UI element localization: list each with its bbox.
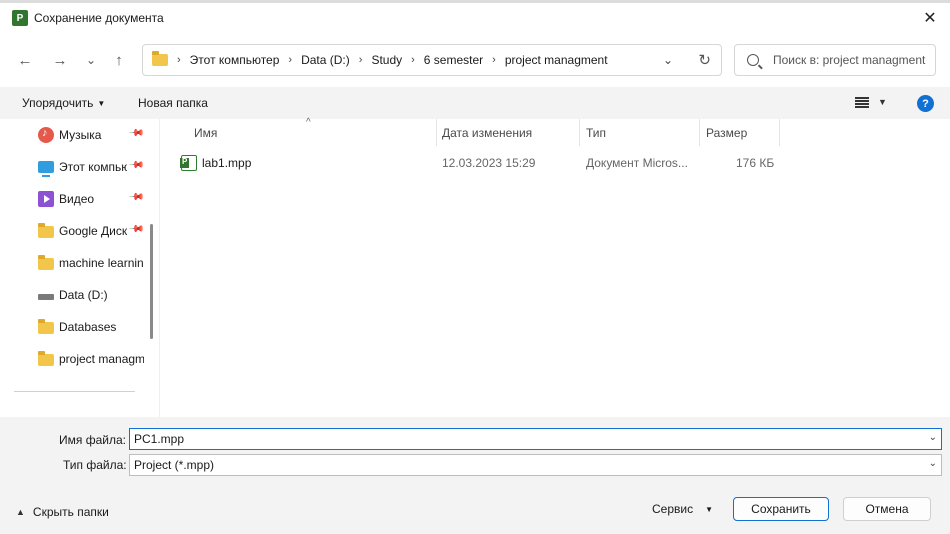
address-bar[interactable]: › Этот компьютер › Data (D:) › Study › 6… [142,44,722,76]
column-divider[interactable] [436,119,437,146]
caret-down-icon: ▼ [97,99,106,108]
sidebar-item-databases[interactable]: Databases [0,314,145,340]
close-button[interactable]: ✕ [920,9,940,27]
window-title: Сохранение документа [34,11,164,25]
search-box[interactable] [734,44,936,76]
sidebar-item-this-pc[interactable]: Этот компьютер 📌 [0,154,145,180]
music-icon [38,127,54,143]
sidebar-item-data-drive[interactable]: Data (D:) [0,282,145,308]
pin-icon[interactable]: 📌 [128,157,145,174]
breadcrumb-study[interactable]: Study [371,53,402,67]
breadcrumb-data-drive[interactable]: Data (D:) [301,53,350,67]
breadcrumb-6-semester[interactable]: 6 semester [424,53,483,67]
file-type: Документ Micros... [586,156,688,170]
file-modified: 12.03.2023 15:29 [442,156,536,170]
sidebar-item-music[interactable]: Музыка 📌 [0,122,145,148]
column-header-modified[interactable]: Дата изменения [442,119,532,146]
column-divider[interactable] [579,119,580,146]
folder-icon [38,223,54,238]
chevron-right-icon: › [411,54,415,66]
address-dropdown-icon[interactable]: ⌄ [663,53,673,67]
sidebar-item-label: Google Диск [59,224,128,238]
search-icon [747,54,759,66]
sidebar-item-google-drive[interactable]: Google Диск 📌 [0,218,145,244]
view-options-icon[interactable] [855,97,869,108]
column-divider[interactable] [699,119,700,146]
file-size: 176 КБ [736,156,775,170]
column-header-name[interactable]: Имя [194,119,217,146]
back-arrow-icon[interactable]: ← [14,49,36,71]
file-name: lab1.mpp [202,156,252,170]
chevron-down-icon[interactable]: ⌄ [929,458,937,469]
chevron-right-icon: › [288,54,293,66]
computer-icon [38,161,54,177]
folder-icon [38,351,54,366]
filename-field[interactable]: ⌄ [129,428,942,450]
drive-icon [38,294,54,300]
caret-down-icon: ▼ [705,505,714,514]
navigation-bar: ← → ⌄ ↑ › Этот компьютер › Data (D:) › S… [0,33,950,87]
table-row[interactable]: lab1.mpp 12.03.2023 15:29 Документ Micro… [160,150,950,176]
help-icon[interactable]: ? [917,95,934,112]
file-list: Имя ^ Дата изменения Тип Размер lab1.mpp… [160,117,950,417]
tools-menu-button[interactable]: Сервис ▼ [652,502,713,516]
save-button[interactable]: Сохранить [733,497,829,521]
folder-icon [152,51,168,66]
navigation-pane: Музыка 📌 Этот компьютер 📌 Видео 📌 Google… [0,119,160,417]
up-arrow-icon[interactable]: ↑ [108,49,130,71]
sidebar-item-video[interactable]: Видео 📌 [0,186,145,212]
mpp-file-icon [180,155,197,171]
sidebar-item-project-managment[interactable]: project managment [0,346,145,372]
title-bar: P Сохранение документа ✕ [0,3,950,33]
organize-button[interactable]: Упорядочить ▼ [22,96,105,110]
caret-up-icon: ▲ [16,507,25,517]
folder-icon [38,319,54,334]
sidebar-item-machine-learning[interactable]: machine learning [0,250,145,276]
breadcrumb-this-pc[interactable]: Этот компьютер [190,53,280,67]
column-header-type[interactable]: Тип [586,119,606,146]
new-folder-button[interactable]: Новая папка [138,96,208,110]
save-options-panel: Имя файла: ⌄ Тип файла: Project (*.mpp) … [0,417,950,534]
tools-label: Сервис [652,502,694,516]
sidebar-item-label: Data (D:) [59,288,108,302]
sidebar-scrollbar[interactable] [150,224,153,339]
chevron-right-icon: › [358,54,363,66]
cancel-button[interactable]: Отмена [843,497,931,521]
sidebar-item-label: Этот компьютер [59,160,127,174]
chevron-down-icon[interactable]: ⌄ [929,432,937,443]
sidebar-item-label: project managment [59,352,144,366]
column-header-size[interactable]: Размер [706,119,747,146]
filename-input[interactable] [130,432,910,446]
organize-label: Упорядочить [22,96,94,110]
refresh-icon[interactable]: ↻ [698,51,711,69]
forward-arrow-icon[interactable]: → [49,49,71,71]
filetype-select[interactable]: Project (*.mpp) ⌄ [129,454,942,476]
filename-label: Имя файла: [59,433,126,447]
project-app-icon: P [12,10,28,26]
chevron-right-icon: › [177,54,181,66]
sidebar-divider [14,391,135,392]
chevron-right-icon: › [492,54,496,66]
filetype-value: Project (*.mpp) [134,458,215,472]
command-toolbar: Упорядочить ▼ Новая папка ▼ ? [0,87,950,119]
breadcrumb-project-managment[interactable]: project managment [505,53,608,67]
view-caret-down-icon[interactable]: ▼ [878,97,887,107]
sidebar-item-label: machine learning [59,256,144,270]
recent-locations-chevron-icon[interactable]: ⌄ [80,49,102,71]
hide-folders-label: Скрыть папки [32,505,109,519]
sort-ascending-icon: ^ [306,117,311,128]
sidebar-item-label: Databases [59,320,117,334]
column-divider[interactable] [779,119,780,146]
video-icon [38,191,54,207]
search-input[interactable] [773,53,933,67]
folder-icon [38,255,54,270]
hide-folders-button[interactable]: ▲ Скрыть папки [16,505,109,519]
pin-icon[interactable]: 📌 [128,221,145,238]
filetype-label: Тип файла: [63,458,127,472]
